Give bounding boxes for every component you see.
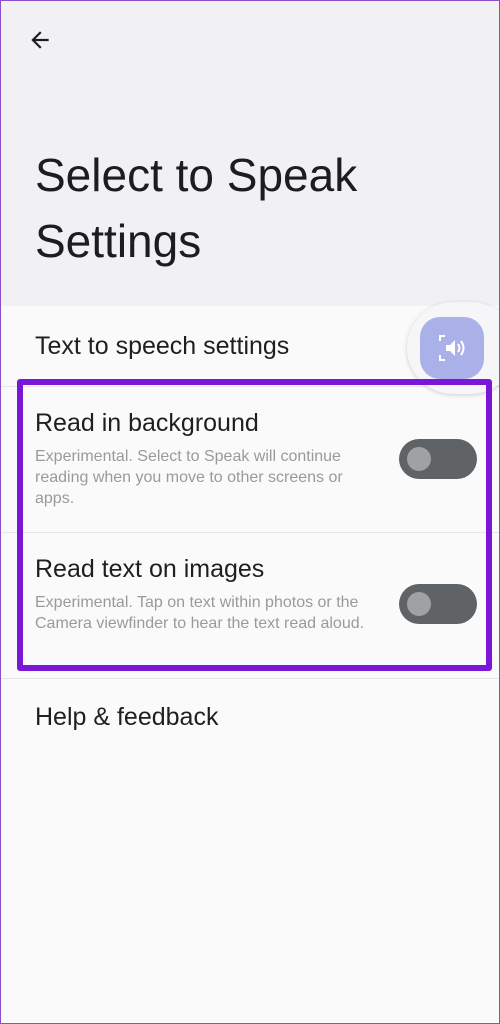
speaker-select-icon bbox=[439, 335, 465, 361]
floating-button-container bbox=[407, 302, 500, 394]
read-in-background-description: Experimental. Select to Speak will conti… bbox=[35, 448, 343, 507]
back-button[interactable] bbox=[22, 22, 58, 58]
read-text-on-images-label: Read text on images bbox=[35, 555, 265, 583]
toggle-thumb bbox=[407, 592, 431, 616]
read-in-background-toggle[interactable] bbox=[399, 439, 477, 479]
read-text-on-images-toggle[interactable] bbox=[399, 584, 477, 624]
read-in-background-item[interactable]: Read in background Experimental. Select … bbox=[0, 387, 500, 532]
read-in-background-label: Read in background bbox=[35, 409, 259, 437]
select-to-speak-button[interactable] bbox=[420, 317, 484, 379]
tts-settings-label: Text to speech settings bbox=[35, 332, 290, 360]
toggle-thumb bbox=[407, 447, 431, 471]
read-text-on-images-description: Experimental. Tap on text within photos … bbox=[35, 594, 365, 632]
app-bar: Select to Speak Settings bbox=[0, 0, 500, 306]
page-title: Select to Speak Settings bbox=[35, 149, 358, 267]
help-feedback-item[interactable]: Help & feedback bbox=[0, 679, 500, 759]
arrow-left-icon bbox=[31, 31, 49, 49]
read-text-on-images-item[interactable]: Read text on images Experimental. Tap on… bbox=[0, 533, 500, 678]
help-feedback-label: Help & feedback bbox=[35, 703, 219, 731]
